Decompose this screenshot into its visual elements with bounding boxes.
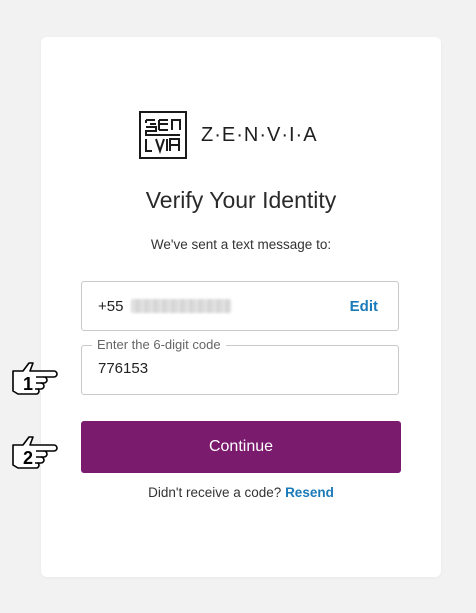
resend-prompt: Didn't receive a code?	[148, 485, 282, 500]
marker-2-number: 2	[23, 448, 33, 468]
phone-number-field: +55 Edit	[81, 281, 399, 331]
continue-button[interactable]: Continue	[81, 421, 401, 473]
page: Z·E·N·V·I·A Verify Your Identity We've s…	[0, 0, 476, 613]
phone-number-redacted	[131, 299, 231, 313]
pointing-hand-marker-1-icon: 1	[12, 362, 58, 395]
edit-phone-link[interactable]: Edit	[350, 298, 378, 315]
page-title: Verify Your Identity	[145, 187, 337, 213]
resend-link[interactable]: Resend	[285, 485, 334, 500]
pointing-hand-marker-2-icon: 2	[12, 436, 58, 469]
zenvia-logo-icon	[139, 111, 187, 159]
resend-row: Didn't receive a code? Resend	[41, 485, 441, 500]
login-card: Z·E·N·V·I·A Verify Your Identity We've s…	[41, 37, 441, 577]
phone-country-code: +55	[98, 298, 124, 315]
verification-code-label: Enter the 6-digit code	[92, 337, 226, 353]
brand-logo: Z·E·N·V·I·A	[139, 111, 318, 159]
brand-name: Z·E·N·V·I·A	[201, 123, 318, 146]
verification-code-input[interactable]	[98, 360, 378, 377]
marker-1-number: 1	[23, 374, 33, 394]
page-subtitle: We've sent a text message to:	[150, 237, 332, 252]
verification-code-field[interactable]: Enter the 6-digit code	[81, 337, 399, 395]
